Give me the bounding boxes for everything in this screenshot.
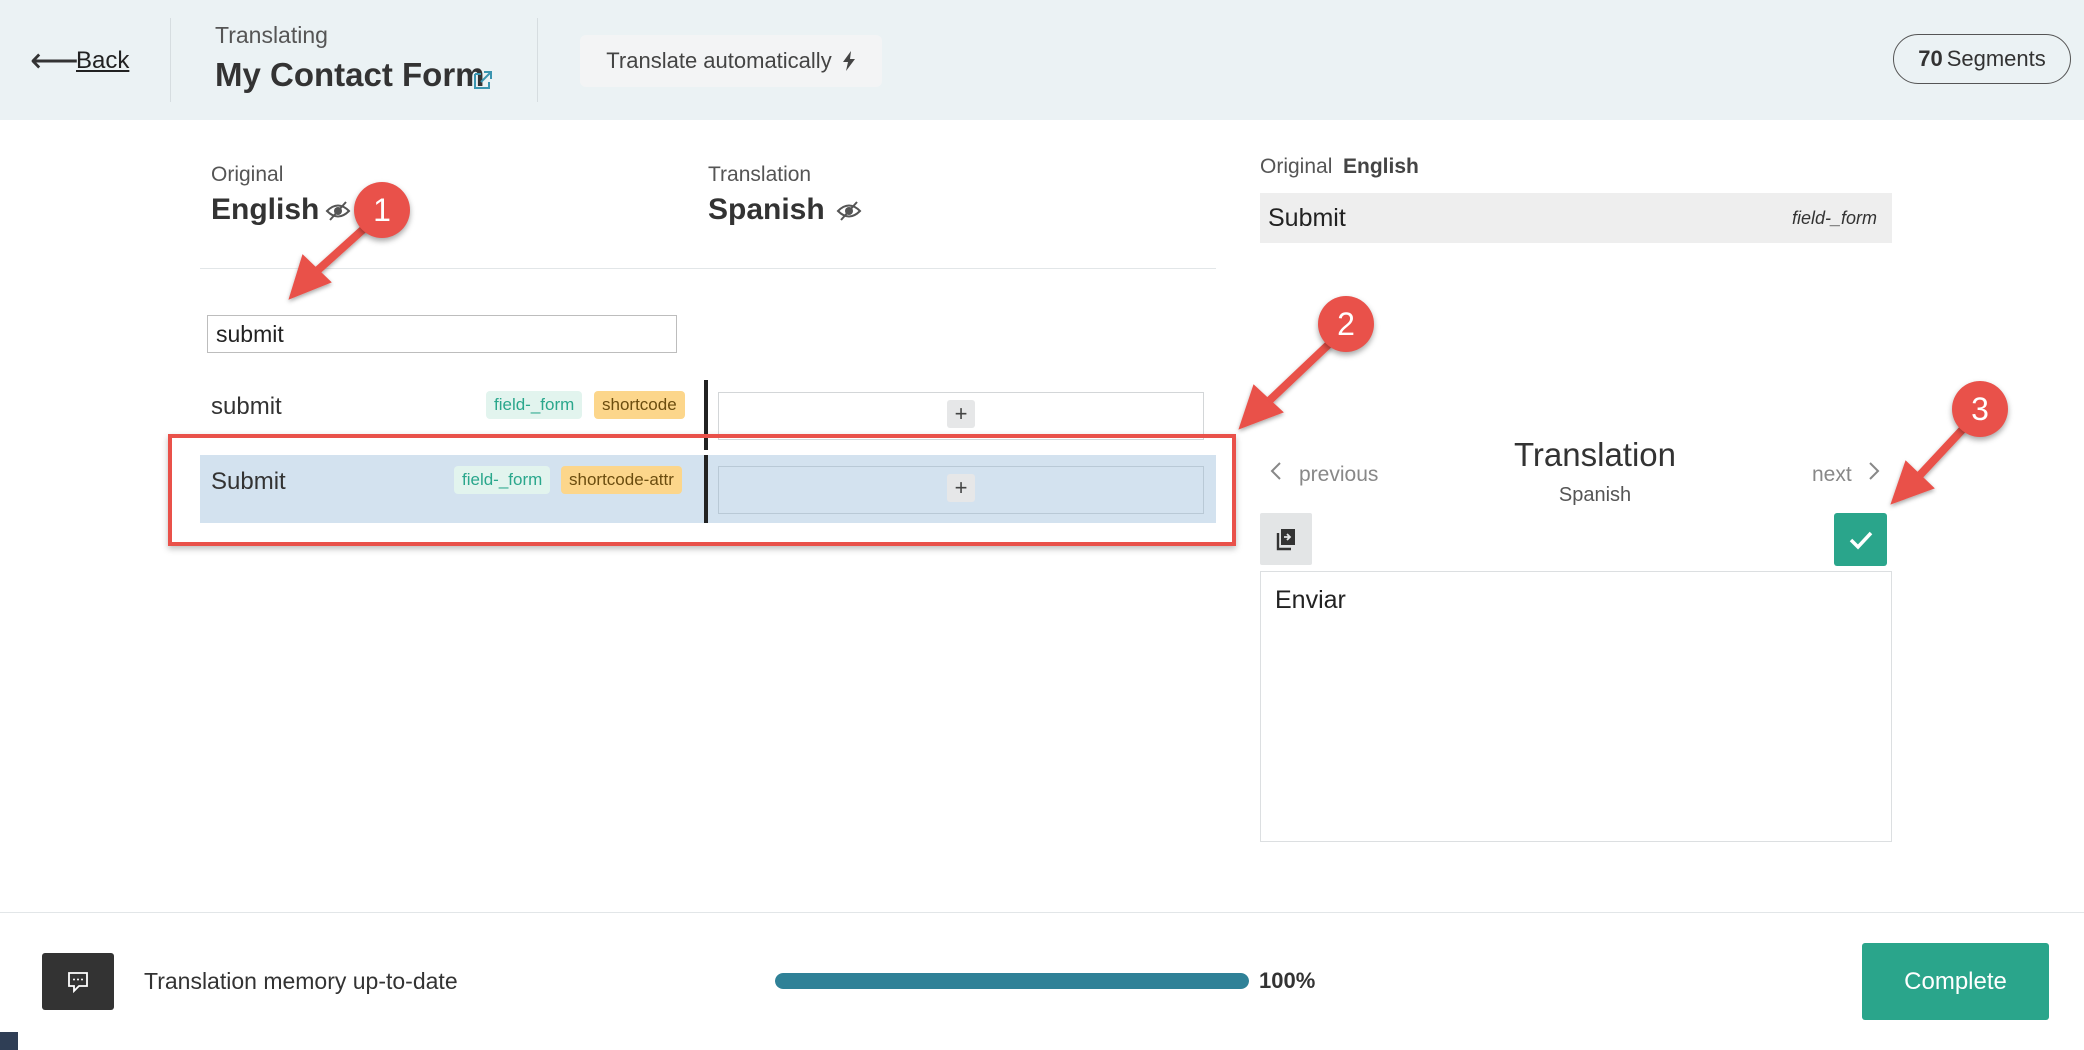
corner-accent xyxy=(0,1032,18,1050)
eye-off-icon[interactable] xyxy=(325,200,351,222)
annotation-highlight-box xyxy=(168,434,1236,546)
annotation-callout: 1 xyxy=(354,182,410,238)
footer-divider xyxy=(0,912,2084,913)
job-title: My Contact Form xyxy=(215,56,485,93)
previous-segment-button[interactable]: previous xyxy=(1299,463,1378,487)
plus-icon[interactable]: + xyxy=(947,400,975,428)
header-divider xyxy=(537,18,538,102)
back-arrow-icon[interactable]: ⟵ xyxy=(30,44,79,78)
chevron-right-icon[interactable] xyxy=(1868,461,1880,481)
chat-icon xyxy=(68,971,88,993)
next-segment-button[interactable]: next xyxy=(1812,463,1852,487)
comments-button[interactable] xyxy=(42,953,114,1010)
column-header-divider xyxy=(200,268,1216,269)
translation-panel-language: Spanish xyxy=(1558,484,1632,506)
segments-label: Segments xyxy=(1946,46,2046,71)
translation-panel-title: Translation xyxy=(1513,436,1677,473)
header-divider xyxy=(170,18,171,102)
source-language: English xyxy=(1343,155,1419,178)
back-link[interactable]: Back xyxy=(76,47,129,75)
chevron-left-icon[interactable] xyxy=(1270,461,1282,481)
bolt-icon xyxy=(842,51,855,71)
external-link-icon[interactable] xyxy=(471,68,495,92)
translation-column-kicker: Translation xyxy=(708,163,812,186)
translation-language: Spanish xyxy=(708,193,825,226)
progress-percentage: 100% xyxy=(1259,968,1316,993)
segments-count: 70 xyxy=(1918,46,1943,71)
original-column-kicker: Original xyxy=(211,163,284,186)
field-tag: field-_form xyxy=(486,391,583,419)
translation-editor[interactable]: Enviar xyxy=(1260,571,1892,842)
complete-button[interactable]: Complete xyxy=(1862,943,2049,1020)
progress-bar xyxy=(775,973,1249,989)
eye-off-icon[interactable] xyxy=(836,200,862,222)
check-icon xyxy=(1849,531,1872,550)
copy-icon xyxy=(1276,529,1295,551)
original-language: English xyxy=(211,193,320,226)
segment-source-text[interactable]: submit xyxy=(211,393,282,421)
translate-automatically-button[interactable]: Translate automatically xyxy=(580,35,882,87)
confirm-translation-button[interactable] xyxy=(1834,513,1887,566)
segments-count-badge: 70 Segments xyxy=(1893,34,2071,84)
source-text: Submit xyxy=(1268,204,1346,232)
segment-search-input[interactable] xyxy=(207,315,677,353)
copy-source-button[interactable] xyxy=(1260,513,1312,565)
source-field-tag: field-_form xyxy=(1792,208,1878,228)
job-kicker: Translating xyxy=(215,22,328,48)
translate-automatically-label: Translate automatically xyxy=(606,48,832,73)
progress-bar-fill xyxy=(775,973,1249,989)
annotation-callout: 3 xyxy=(1952,381,2008,437)
source-original-label: Original xyxy=(1260,155,1333,178)
memory-status-text: Translation memory up-to-date xyxy=(144,968,458,994)
type-tag: shortcode xyxy=(594,391,685,419)
annotation-callout: 2 xyxy=(1318,296,1374,352)
